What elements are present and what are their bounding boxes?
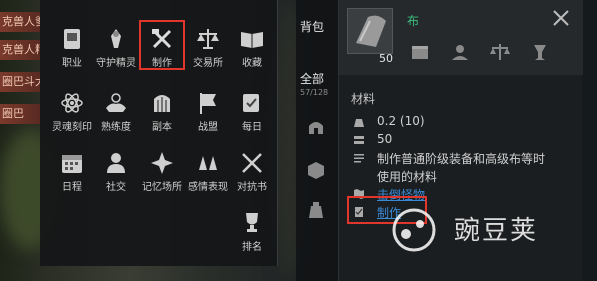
watermark-text: 豌豆荚 — [454, 216, 539, 246]
soul-atom-icon — [61, 93, 83, 113]
menu-item-label: 社交 — [106, 182, 126, 193]
menu-item-label: 对抗书 — [237, 182, 267, 193]
storage-chest-icon[interactable] — [409, 42, 431, 62]
emotion-hands-icon — [199, 156, 217, 170]
menu-item-social[interactable]: 社交 — [94, 148, 138, 200]
menu-item-label: 收藏 — [242, 58, 262, 69]
menu-item-exchange[interactable]: 交易所 — [186, 24, 230, 76]
trophy-icon — [246, 213, 258, 232]
item-quantity: 50 — [379, 52, 393, 65]
menu-item-versus-book[interactable]: 对抗书 — [230, 148, 274, 200]
menu-item-label: 守护精灵 — [96, 58, 136, 69]
helmet-icon[interactable] — [306, 118, 326, 138]
stack-icon — [354, 136, 364, 144]
item-description-line1: 制作普通阶级装备和高级布等时 — [377, 152, 546, 166]
quest-tracker-4[interactable]: 圈巴 — [0, 104, 40, 124]
menu-item-label: 日程 — [62, 182, 82, 193]
inventory-side-strip: 背包 全部 57/128 — [296, 0, 338, 281]
guild-banner-icon — [200, 93, 216, 114]
menu-item-guardian[interactable]: 守护精灵 — [94, 24, 138, 76]
quest-tracker-1[interactable]: 克兽人爹 — [0, 12, 40, 32]
menu-item-label: 熟练度 — [101, 122, 131, 133]
goblet-icon[interactable] — [529, 42, 551, 62]
tab-all[interactable]: 全部 — [300, 70, 324, 87]
menu-item-soul-engrave[interactable]: 灵魂刻印 — [50, 88, 94, 140]
menu-item-ranking[interactable]: 排名 — [230, 208, 274, 260]
cloth-item-icon — [347, 8, 393, 54]
menu-item-collection[interactable]: 收藏 — [230, 24, 274, 76]
box-icon[interactable] — [306, 160, 326, 180]
class-book-icon — [64, 29, 80, 49]
quest-tracker-2[interactable]: 克兽人精 — [0, 40, 40, 60]
menu-item-label: 战盟 — [198, 122, 218, 133]
menu-item-proficiency[interactable]: 熟练度 — [94, 88, 138, 140]
menu-item-schedule[interactable]: 日程 — [50, 148, 94, 200]
item-stack: 50 — [377, 132, 393, 146]
watermark-logo-icon — [392, 208, 436, 252]
menu-item-dungeon[interactable]: 副本 — [140, 88, 184, 140]
description-icon — [354, 154, 364, 163]
tab-bag[interactable]: 背包 — [300, 18, 324, 35]
exchange-scales-icon[interactable] — [489, 42, 511, 62]
proficiency-hands-icon — [106, 93, 126, 112]
menu-item-daily[interactable]: 每日 — [230, 88, 274, 140]
scales-icon — [197, 29, 219, 49]
calendar-icon — [62, 155, 82, 173]
menu-item-label: 交易所 — [193, 58, 223, 69]
memory-place-icon — [151, 152, 173, 174]
quest-tracker-3[interactable]: 圈巴斗大 — [0, 72, 40, 92]
menu-item-label: 感情表现 — [188, 182, 228, 193]
weight-icon — [354, 119, 364, 127]
item-weight: 0.2 (10) — [377, 114, 425, 128]
menu-item-label: 职业 — [62, 58, 82, 69]
menu-item-label: 记忆场所 — [142, 182, 182, 193]
open-book-icon — [241, 32, 263, 48]
guardian-spirit-icon — [111, 29, 121, 48]
item-name: 布 — [407, 14, 420, 28]
crafting-highlight-box — [139, 20, 185, 70]
main-menu-panel: 职业 守护精灵 制作 交易所 收藏 灵魂刻印 熟练度 副本 战盟 每日 日程 社… — [40, 0, 278, 266]
gate-icon — [154, 95, 170, 112]
daily-check-icon — [243, 94, 259, 112]
item-description-line2: 使用的材料 — [377, 170, 438, 184]
menu-item-label: 排名 — [242, 242, 262, 253]
bag-capacity: 57/128 — [300, 88, 329, 97]
menu-item-emotes[interactable]: 感情表现 — [186, 148, 230, 200]
material-bag-icon[interactable] — [306, 200, 326, 220]
menu-item-label: 副本 — [152, 122, 172, 133]
item-category: 材料 — [351, 92, 376, 106]
social-person-icon — [107, 153, 125, 173]
menu-item-label: 每日 — [242, 122, 262, 133]
menu-item-memory-place[interactable]: 记忆场所 — [140, 148, 184, 200]
crossed-swords-icon — [242, 153, 262, 173]
user-share-icon[interactable] — [449, 42, 471, 62]
close-icon[interactable] — [551, 8, 571, 28]
watermark: 豌豆荚 — [390, 200, 590, 260]
menu-item-class[interactable]: 职业 — [50, 24, 94, 76]
menu-item-guild[interactable]: 战盟 — [186, 88, 230, 140]
menu-item-label: 灵魂刻印 — [52, 122, 92, 133]
cloth-icon — [356, 15, 386, 47]
